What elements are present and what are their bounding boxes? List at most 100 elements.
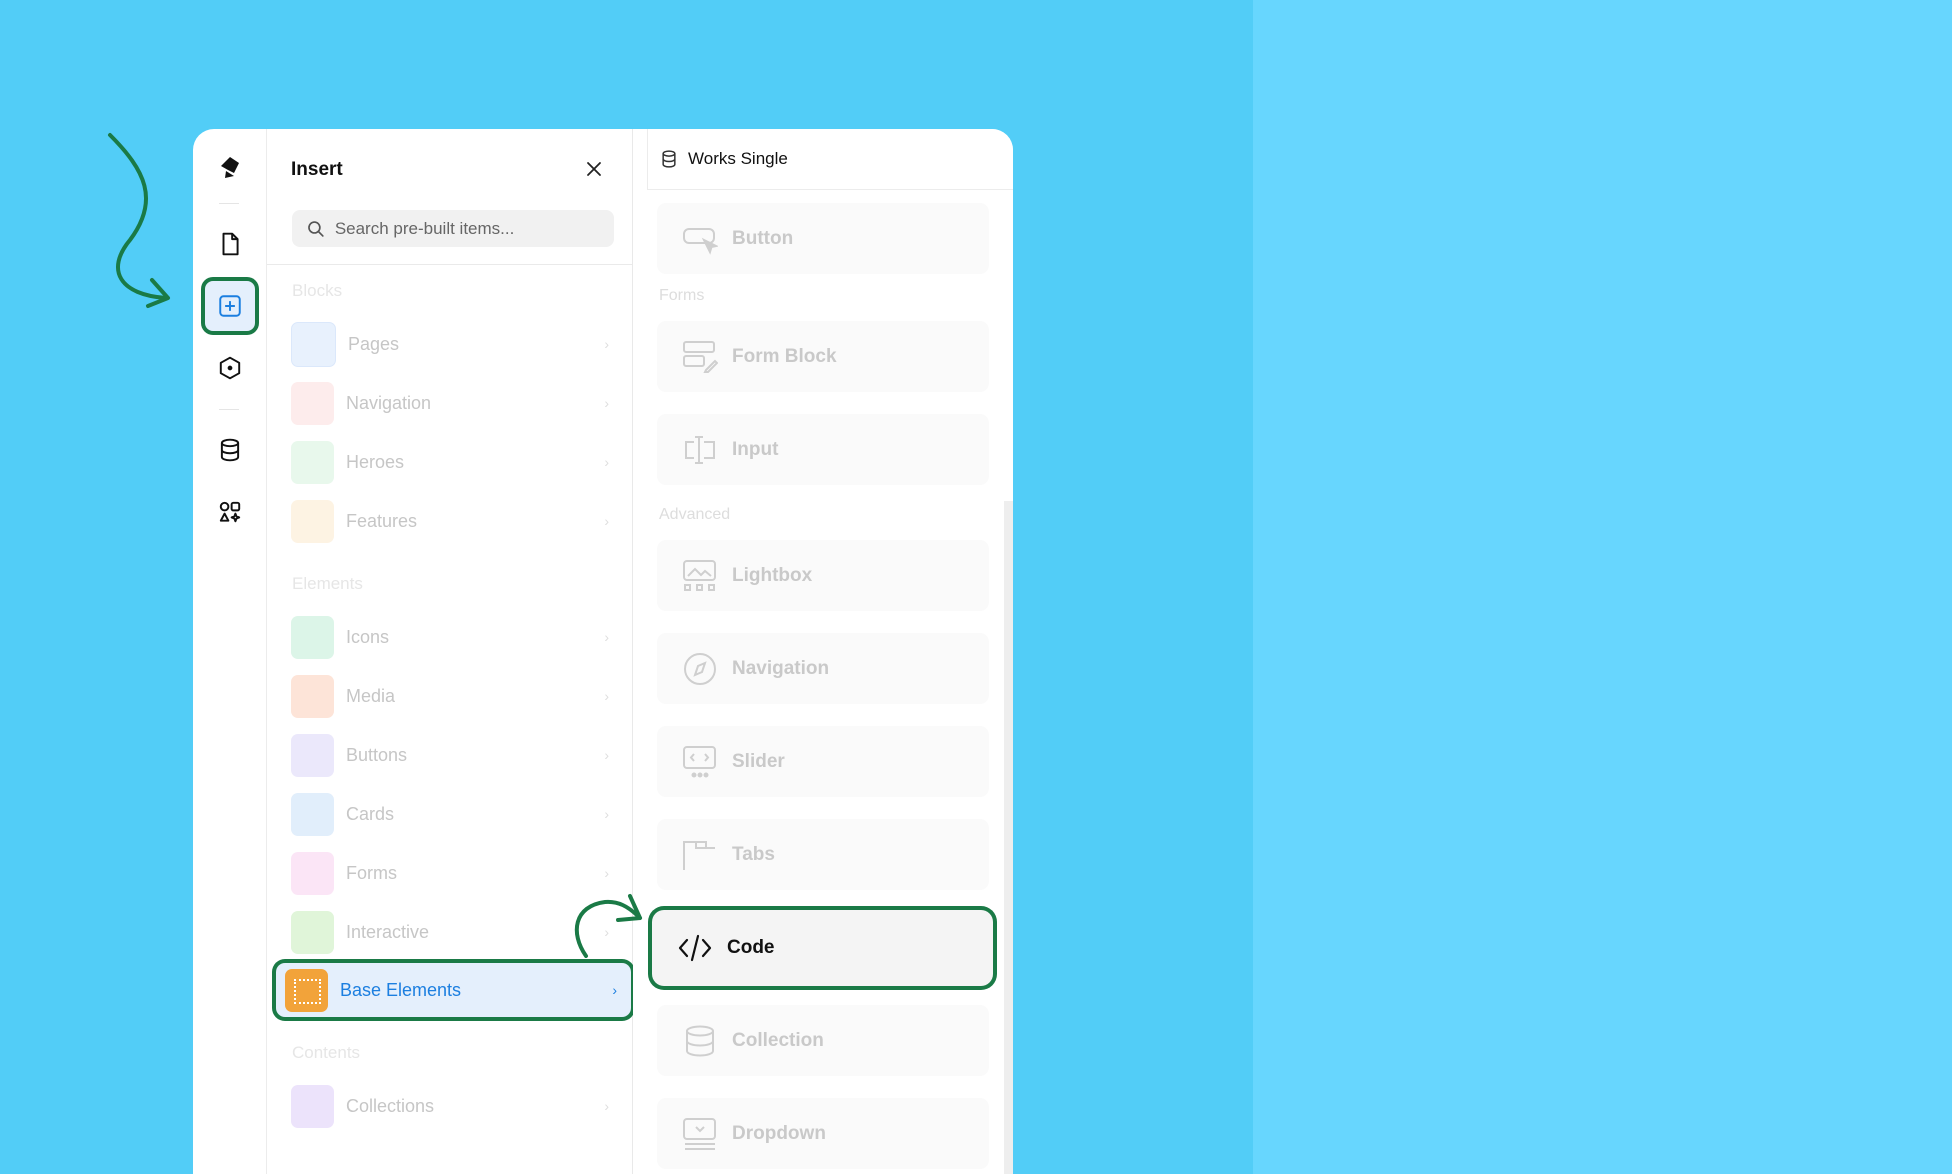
list-item-buttons[interactable]: Buttons › bbox=[283, 731, 619, 779]
form-block-icon bbox=[683, 340, 718, 373]
list-item-heroes[interactable]: Heroes › bbox=[283, 438, 619, 486]
card-label: Tabs bbox=[732, 843, 775, 865]
item-label: Media bbox=[346, 685, 396, 706]
heroes-thumbnail bbox=[291, 440, 334, 484]
item-label: Cards bbox=[346, 803, 395, 824]
element-card-lightbox[interactable]: Lightbox bbox=[657, 540, 989, 611]
editor-panel: Insert Blocks Pages › Navigation › Heroe… bbox=[193, 129, 1013, 1174]
list-item-base-elements[interactable]: Base Elements › bbox=[276, 963, 631, 1017]
lightbox-icon bbox=[683, 559, 716, 591]
card-label: Dropdown bbox=[732, 1122, 826, 1144]
tabs-icon bbox=[683, 840, 715, 870]
list-item-features[interactable]: Features › bbox=[283, 497, 619, 545]
base-elements-thumbnail bbox=[285, 968, 328, 1012]
insert-title: Insert bbox=[291, 159, 343, 180]
database-icon[interactable] bbox=[205, 425, 255, 475]
input-icon bbox=[685, 435, 715, 464]
chevron-right-icon: › bbox=[604, 629, 609, 645]
element-card-form-block[interactable]: Form Block bbox=[657, 321, 989, 392]
button-icon bbox=[683, 227, 718, 255]
card-label: Slider bbox=[732, 750, 785, 772]
card-label: Navigation bbox=[732, 657, 830, 679]
pen-nib-logo[interactable] bbox=[205, 142, 255, 192]
element-card-dropdown[interactable]: Dropdown bbox=[657, 1098, 989, 1169]
element-card-button[interactable]: Button bbox=[657, 203, 989, 274]
chevron-right-icon: › bbox=[604, 336, 609, 352]
element-card-tabs[interactable]: Tabs bbox=[657, 819, 989, 890]
item-label: Pages bbox=[348, 333, 400, 354]
section-elements: Elements bbox=[292, 574, 363, 593]
forms-thumbnail bbox=[291, 851, 334, 895]
chevron-right-icon: › bbox=[604, 865, 609, 881]
element-card-navigation[interactable]: Navigation bbox=[657, 633, 989, 704]
chevron-right-icon: › bbox=[604, 395, 609, 411]
list-item-icons[interactable]: Icons › bbox=[283, 613, 619, 661]
element-card-code[interactable]: Code bbox=[652, 910, 993, 986]
list-item-media[interactable]: Media › bbox=[283, 672, 619, 720]
pages-icon[interactable] bbox=[205, 219, 255, 269]
media-thumbnail bbox=[291, 674, 334, 718]
chevron-right-icon: › bbox=[604, 513, 609, 529]
compass-icon bbox=[684, 652, 716, 685]
chevron-right-icon: › bbox=[604, 747, 609, 763]
close-button[interactable] bbox=[580, 155, 608, 183]
item-label: Collections bbox=[346, 1095, 435, 1116]
features-thumbnail bbox=[291, 499, 334, 543]
apps-icon[interactable] bbox=[205, 487, 255, 537]
element-card-slider[interactable]: Slider bbox=[657, 726, 989, 797]
search-box[interactable] bbox=[292, 210, 614, 247]
close-icon bbox=[587, 162, 601, 176]
card-label: Code bbox=[727, 937, 775, 958]
scrollbar[interactable] bbox=[1004, 501, 1013, 1174]
cards-thumbnail bbox=[291, 792, 334, 836]
item-label: Interactive bbox=[346, 921, 430, 942]
background-right bbox=[1253, 0, 1952, 1174]
section-forms: Forms bbox=[659, 287, 705, 304]
search-icon bbox=[308, 220, 324, 237]
list-item-navigation[interactable]: Navigation › bbox=[283, 379, 619, 427]
item-label: Buttons bbox=[346, 744, 408, 765]
rail-divider bbox=[219, 203, 239, 204]
insert-icon[interactable] bbox=[205, 281, 255, 331]
list-item-collections[interactable]: Collections › bbox=[283, 1082, 619, 1130]
item-label: Features bbox=[346, 510, 418, 531]
item-label: Navigation bbox=[346, 392, 432, 413]
item-label: Icons bbox=[346, 626, 390, 647]
chevron-right-icon: › bbox=[604, 688, 609, 704]
card-label: Button bbox=[732, 227, 794, 249]
navigation-thumbnail bbox=[291, 381, 334, 425]
card-label: Lightbox bbox=[732, 564, 813, 586]
section-advanced: Advanced bbox=[659, 506, 731, 523]
list-item-interactive[interactable]: Interactive › bbox=[283, 908, 619, 956]
annotation-arrow-insert bbox=[108, 133, 170, 308]
buttons-thumbnail bbox=[291, 733, 334, 777]
interactive-thumbnail bbox=[291, 910, 334, 954]
list-item-cards[interactable]: Cards › bbox=[283, 790, 619, 838]
card-label: Form Block bbox=[732, 345, 837, 367]
icons-thumbnail bbox=[291, 615, 334, 659]
chevron-right-icon: › bbox=[604, 924, 609, 940]
icon-rail bbox=[193, 129, 267, 1174]
slider-icon bbox=[683, 745, 716, 777]
database-icon bbox=[662, 150, 676, 168]
item-label: Heroes bbox=[346, 451, 405, 472]
card-label: Collection bbox=[732, 1029, 824, 1051]
chevron-right-icon: › bbox=[604, 806, 609, 822]
element-card-collection[interactable]: Collection bbox=[657, 1005, 989, 1076]
chevron-right-icon: › bbox=[612, 982, 617, 998]
rail-divider bbox=[219, 409, 239, 410]
element-card-input[interactable]: Input bbox=[657, 414, 989, 485]
collections-thumbnail bbox=[291, 1084, 334, 1128]
item-label: Forms bbox=[346, 862, 397, 883]
components-icon[interactable] bbox=[205, 343, 255, 393]
pages-thumbnail bbox=[291, 321, 336, 367]
section-blocks: Blocks bbox=[292, 281, 343, 300]
search-input[interactable] bbox=[332, 217, 614, 240]
panel-header: Works Single bbox=[647, 129, 1013, 190]
list-item-forms[interactable]: Forms › bbox=[283, 849, 619, 897]
section-contents: Contents bbox=[292, 1043, 361, 1062]
list-item-pages[interactable]: Pages › bbox=[283, 320, 619, 368]
dropdown-icon bbox=[683, 1117, 716, 1150]
collection-icon bbox=[686, 1025, 714, 1057]
item-label: Base Elements bbox=[340, 979, 462, 1000]
